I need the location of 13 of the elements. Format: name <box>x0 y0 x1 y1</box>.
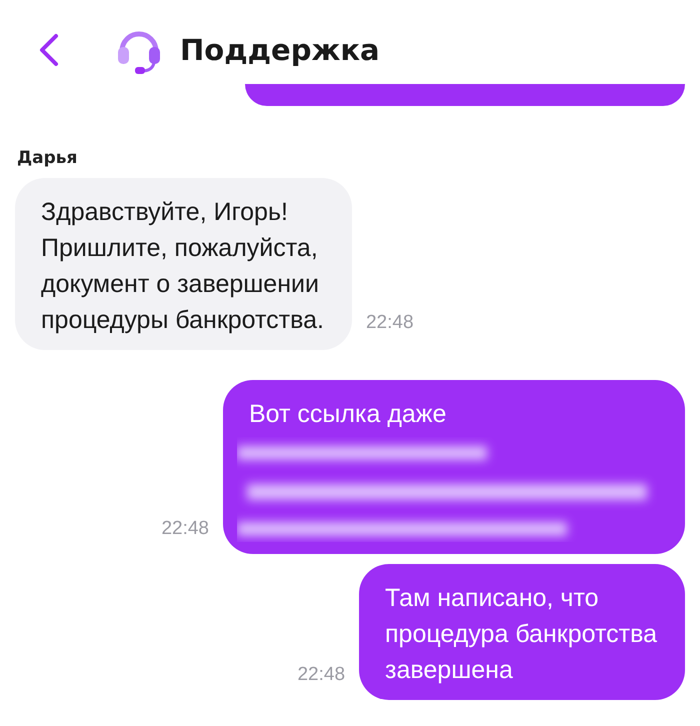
message-text: процедура банкротства <box>385 619 657 650</box>
message-text: Здравствуйте, Игорь! <box>41 197 289 228</box>
chat-title: Поддержка <box>180 33 380 67</box>
message-text: Там написано, что <box>385 583 600 614</box>
message-text: процедуры банкротства. <box>41 305 324 336</box>
message-text: документ о завершении <box>41 269 320 300</box>
message-time: 22:48 <box>297 664 346 686</box>
message-text: завершена <box>385 655 514 686</box>
sender-name: Дарья <box>17 148 78 168</box>
message-time: 22:48 <box>161 518 209 540</box>
message-text: Пришлите, пожалуйста, <box>41 233 319 264</box>
message-text: Вот ссылка даже <box>249 399 448 430</box>
message-time: 22:48 <box>366 312 414 334</box>
